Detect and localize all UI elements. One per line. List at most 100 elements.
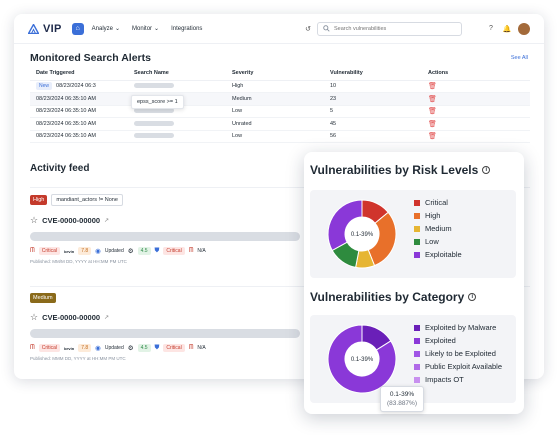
cvss-icon: ◉	[95, 248, 101, 255]
legend-item-medium[interactable]: Medium	[414, 222, 462, 235]
star-icon[interactable]: ☆	[30, 215, 38, 226]
search-name-placeholder	[134, 83, 174, 89]
nav-integrations[interactable]: Integrations	[171, 26, 202, 32]
table-row[interactable]: 08/23/2024 06:35:10 AM Medium 23 🗑	[30, 92, 530, 106]
legend-label: Exploited by Malware	[425, 323, 497, 332]
shield-icon: ⛊	[154, 247, 160, 254]
column-header[interactable]: Date Triggered	[30, 66, 128, 81]
legend-swatch	[414, 238, 420, 245]
delete-icon[interactable]: 🗑	[428, 121, 437, 128]
legend-item-low[interactable]: Low	[414, 235, 462, 248]
delete-icon[interactable]: 🗑	[428, 108, 437, 115]
star-icon[interactable]: ☆	[30, 312, 38, 323]
column-header[interactable]: Vulnerability	[324, 66, 422, 81]
vulnerability-cell: 23	[324, 92, 422, 106]
tooltip-value: 0.1-39%	[389, 391, 415, 398]
legend-swatch	[414, 350, 420, 357]
column-header[interactable]: Search Name	[128, 66, 226, 81]
severity-cell: Unrated	[226, 117, 324, 131]
shield-icon: ⛊	[154, 344, 160, 351]
date-cell: 08/23/2024 06:3	[56, 83, 96, 90]
cve-id[interactable]: CVE-0000-00000	[42, 313, 100, 322]
legend-item-exploited[interactable]: Exploited	[414, 334, 502, 347]
legend-item-critical[interactable]: Critical	[414, 196, 462, 209]
legend-label: Public Exploit Available	[425, 362, 502, 371]
nav-monitor[interactable]: Monitor ⌄	[132, 25, 160, 33]
alerts-title: Monitored Search Alerts	[30, 52, 151, 64]
risk-legend: Critical High Medium Low Exploitable	[414, 196, 462, 261]
logo-text: VIP	[43, 22, 62, 35]
legend-item-impacts-ot[interactable]: Impacts OT	[414, 373, 502, 386]
severity-badge: Medium	[30, 293, 56, 303]
charts-panel: Vulnerabilities by Risk Levels i 0.1-39%…	[304, 152, 524, 414]
top-nav: VIP ⌂ Analyze⌄ Monitor⌄ Integrations ↺ ?…	[14, 14, 544, 44]
legend-item-public-exploit[interactable]: Public Exploit Available	[414, 360, 502, 373]
na-label: N/A	[197, 345, 206, 351]
help-icon[interactable]: ?	[486, 24, 496, 34]
nav-analyze[interactable]: Analyze ⌄	[92, 25, 121, 33]
legend-swatch	[414, 212, 420, 219]
legend-swatch	[414, 324, 420, 331]
filter-chip[interactable]: mandiant_actors != None	[51, 194, 123, 206]
legend-swatch	[414, 363, 420, 370]
info-icon[interactable]: i	[468, 293, 477, 301]
activity-title: Activity feed	[30, 163, 90, 174]
search-box[interactable]	[317, 21, 462, 36]
nav-integrations-label: Integrations	[171, 25, 203, 32]
critical-badge-2: Critical	[163, 344, 185, 352]
risk-chart: 0.1-39% Critical High Medium Low Exploit…	[310, 190, 516, 278]
legend-label: Impacts OT	[425, 375, 464, 384]
chevron-down-icon: ⌄	[115, 26, 121, 32]
legend-item-exploited-by-malware[interactable]: Exploited by Malware	[414, 321, 502, 334]
search-input[interactable]	[334, 25, 454, 32]
legend-item-high[interactable]: High	[414, 209, 462, 222]
legend-swatch	[414, 251, 420, 258]
legend-item-likely-exploited[interactable]: Likely to be Exploited	[414, 347, 502, 360]
vulnerability-cell: 56	[324, 130, 422, 143]
na-label: N/A	[197, 248, 206, 254]
cve-id[interactable]: CVE-0000-00000	[42, 216, 100, 225]
legend-swatch	[414, 199, 420, 206]
legend-label: Likely to be Exploited	[425, 349, 496, 358]
risk-donut: 0.1-39%	[327, 199, 397, 269]
legend-label: Low	[425, 237, 439, 246]
updated-label: Updated	[104, 345, 124, 351]
score-badge: 7.8	[78, 344, 92, 352]
legend-label: Exploited	[425, 336, 456, 345]
updated-label: Updated	[104, 248, 124, 254]
delete-icon[interactable]: 🗑	[428, 96, 437, 103]
date-cell: 08/23/2024 06:35:10 AM	[30, 130, 128, 143]
tooltip-percent: (83.887%)	[387, 400, 417, 407]
home-icon[interactable]: ⌂	[71, 22, 84, 35]
table-row[interactable]: 08/23/2024 06:35:10 AM Unrated 45 🗑	[30, 117, 530, 131]
external-link-icon[interactable]: ↗	[104, 314, 109, 321]
delete-icon[interactable]: 🗑	[428, 133, 437, 140]
new-badge: New	[36, 82, 53, 91]
table-row[interactable]: 08/23/2024 06:35:10 AM Low 56 🗑	[30, 130, 530, 143]
see-all-link[interactable]: See All	[511, 55, 528, 61]
bell-icon[interactable]: 🔔	[502, 24, 512, 34]
delete-icon[interactable]: 🗑	[428, 83, 437, 90]
avatar[interactable]	[518, 22, 530, 35]
table-row[interactable]: 08/23/2024 06:35:10 AM Low 5 🗑	[30, 105, 530, 118]
search-name-placeholder	[134, 108, 174, 114]
category-chart-title: Vulnerabilities by Category	[310, 290, 465, 304]
info-icon[interactable]: i	[482, 166, 491, 174]
column-header[interactable]: Severity	[226, 66, 324, 81]
history-icon[interactable]: ↺	[303, 24, 313, 34]
legend-item-exploitable[interactable]: Exploitable	[414, 248, 462, 261]
description-placeholder	[30, 232, 300, 241]
logo[interactable]: VIP	[28, 23, 62, 35]
search-name-placeholder	[134, 120, 174, 126]
cvss-icon: ◉	[95, 345, 101, 352]
kev-label: kevin	[63, 345, 75, 351]
external-link-icon[interactable]: ↗	[104, 217, 109, 224]
alerts-header: Monitored Search Alerts See All	[14, 44, 544, 64]
date-cell: 08/23/2024 06:35:10 AM	[30, 105, 128, 118]
search-icon	[323, 25, 330, 32]
chevron-down-icon: ⌄	[154, 26, 160, 32]
column-header[interactable]: Actions	[422, 66, 530, 81]
table-row[interactable]: New 08/23/2024 06:3 High 10 🗑	[30, 80, 530, 93]
kev-label: kevin	[63, 248, 75, 254]
category-chart-title-row: Vulnerabilities by Category i	[310, 290, 477, 304]
